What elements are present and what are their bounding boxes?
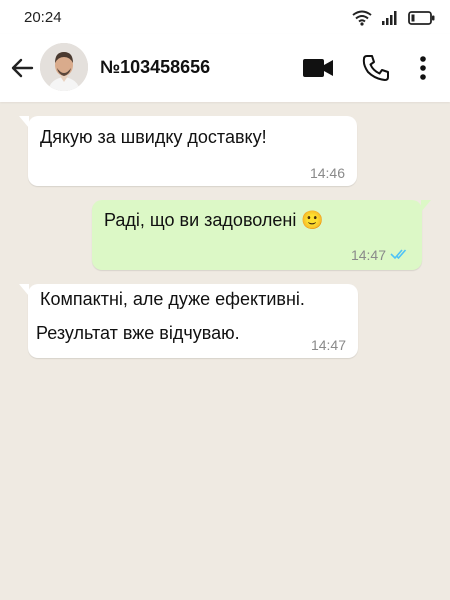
message-incoming[interactable]: Компактні, але дуже ефективні. Результат… (19, 284, 358, 358)
phone-icon (362, 55, 389, 81)
more-vertical-icon (420, 56, 426, 80)
battery-icon (408, 11, 435, 25)
bubble-tail (19, 116, 29, 128)
video-call-button[interactable] (301, 52, 333, 84)
avatar[interactable] (40, 43, 88, 91)
chat-header: №103458656 (0, 34, 450, 102)
status-bar: 20:24 (0, 0, 450, 34)
message-outgoing[interactable]: Раді, що ви задоволені 🙂 14:47 (92, 200, 431, 270)
message-text-line-2: Результат вже відчуваю. (36, 323, 240, 343)
message-time: 14:46 (309, 165, 345, 181)
message-text: Раді, що ви задоволені 🙂 (104, 210, 324, 230)
wifi-icon (352, 10, 372, 26)
contact-photo (40, 43, 88, 91)
status-icons (352, 9, 436, 27)
contact-name[interactable]: №103458656 (100, 57, 210, 78)
message-time: 14:47 (350, 247, 386, 263)
arrow-left-icon (11, 58, 34, 78)
bubble-tail (19, 284, 29, 296)
chat-area[interactable]: Дякую за швидку доставку! 14:46 Раді, що… (0, 102, 450, 600)
more-options-button[interactable] (411, 52, 435, 84)
bubble-tail (421, 200, 431, 212)
read-double-tick-icon (390, 249, 407, 260)
message-text-line-1: Компактні, але дуже ефективні. (40, 289, 305, 309)
video-call-icon (303, 59, 333, 77)
message-time: 14:47 (310, 337, 346, 353)
back-button[interactable] (8, 54, 36, 82)
signal-icon (382, 11, 397, 25)
voice-call-button[interactable] (360, 52, 392, 84)
status-time: 20:24 (24, 9, 62, 26)
message-incoming[interactable]: Дякую за швидку доставку! 14:46 (19, 116, 357, 186)
message-text: Дякую за швидку доставку! (40, 127, 267, 147)
